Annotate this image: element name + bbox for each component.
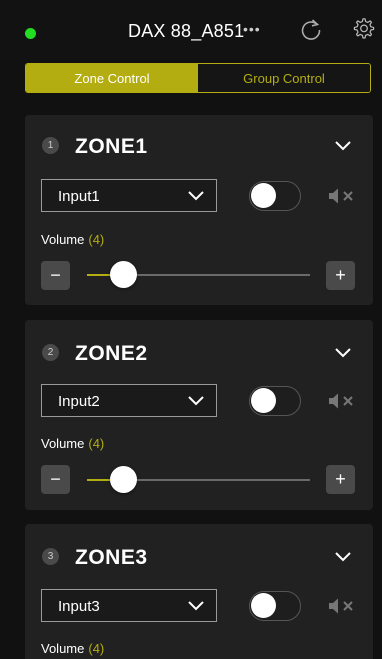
input-select-value: Input1 [58,188,100,205]
zone-name: ZONE1 [75,135,148,158]
speaker-muted-icon[interactable] [327,391,357,411]
volume-slider-handle[interactable] [110,466,137,493]
chevron-down-icon [188,191,204,201]
volume-label-text: Volume [41,641,85,656]
zone-card-1: 1 ZONE1 Input1 Volume (4) − + [25,115,373,305]
volume-label: Volume (4) [41,436,104,451]
control-mode-tabs: Zone Control Group Control [25,63,371,93]
refresh-icon[interactable] [298,17,324,43]
speaker-muted-icon[interactable] [327,596,357,616]
toggle-knob [251,593,276,618]
input-select[interactable]: Input1 [41,179,217,212]
volume-label: Volume (4) [41,232,104,247]
volume-slider-handle[interactable] [110,261,137,288]
tab-zone-control[interactable]: Zone Control [26,64,198,92]
volume-value: (4) [88,232,105,247]
input-select-value: Input2 [58,393,100,410]
zone-power-toggle[interactable] [249,181,301,211]
device-title: DAX 88_A851 [128,21,245,41]
tab-group-control[interactable]: Group Control [198,64,370,92]
toggle-knob [251,183,276,208]
chevron-down-icon [188,396,204,406]
zone-name: ZONE2 [75,342,148,365]
app-header: DAX 88_A851 ••• [0,0,382,60]
connection-status-icon [25,28,36,39]
chevron-down-icon[interactable] [335,552,351,562]
volume-value: (4) [88,641,105,656]
zone-number-badge: 2 [42,344,59,361]
volume-label: Volume (4) [41,641,104,656]
zone-number-badge: 1 [42,137,59,154]
zone-number-badge: 3 [42,548,59,565]
input-select[interactable]: Input3 [41,589,217,622]
chevron-down-icon[interactable] [335,141,351,151]
gear-icon[interactable] [351,17,375,41]
volume-slider[interactable] [87,261,310,288]
volume-value: (4) [88,436,105,451]
volume-up-button[interactable]: + [326,465,355,494]
input-select-value: Input3 [58,598,100,615]
volume-up-button[interactable]: + [326,261,355,290]
zone-card-2: 2 ZONE2 Input2 Volume (4) − + [25,320,373,510]
volume-down-button[interactable]: − [41,465,70,494]
zone-card-3: 3 ZONE3 Input3 Volume (4) [25,524,373,659]
toggle-knob [251,388,276,413]
input-select[interactable]: Input2 [41,384,217,417]
volume-label-text: Volume [41,232,85,247]
volume-down-button[interactable]: − [41,261,70,290]
zone-power-toggle[interactable] [249,386,301,416]
zone-power-toggle[interactable] [249,591,301,621]
volume-slider[interactable] [87,466,310,493]
speaker-muted-icon[interactable] [327,186,357,206]
volume-label-text: Volume [41,436,85,451]
zone-name: ZONE3 [75,546,148,569]
chevron-down-icon[interactable] [335,348,351,358]
chevron-down-icon [188,601,204,611]
more-options-button[interactable]: ••• [243,21,261,37]
